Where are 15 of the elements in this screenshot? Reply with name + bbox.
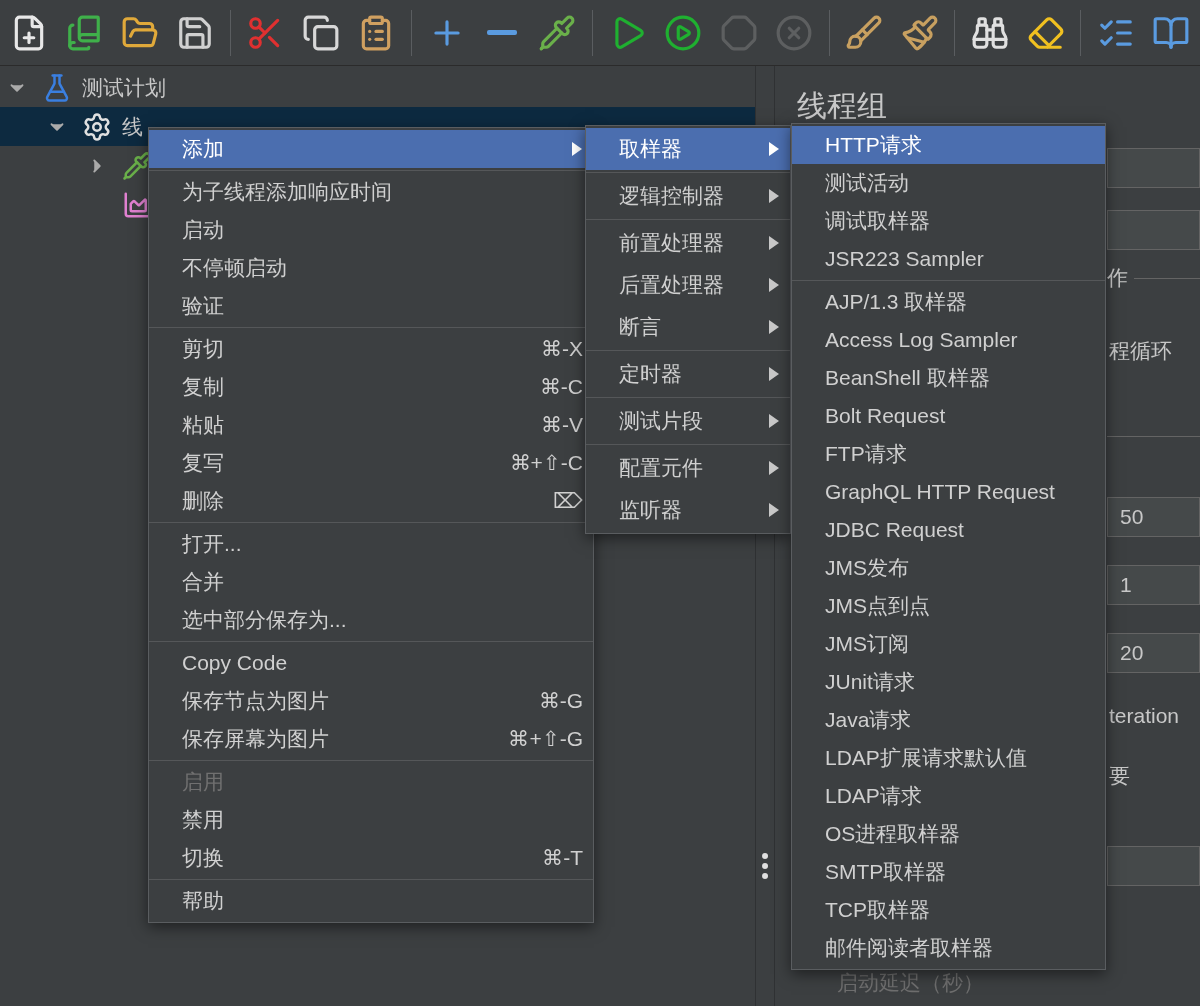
option-label: 要 xyxy=(1109,763,1130,790)
option-label: 程循环 xyxy=(1109,338,1172,365)
shortcut-label: ⌘-T xyxy=(542,845,583,872)
shortcut-label: ⌘-V xyxy=(541,412,583,439)
shortcut-label: ⌦ xyxy=(553,488,583,515)
shortcut-label: ⌘+⇧-G xyxy=(508,726,583,753)
tree-label: 测试计划 xyxy=(82,74,166,101)
shortcut-label: ⌘-G xyxy=(538,688,583,715)
tree-label: 线 xyxy=(122,113,143,140)
shortcut-label: ⌘-X xyxy=(541,336,583,363)
group-title: 作 xyxy=(1107,265,1128,292)
panel-title: 线程组 xyxy=(797,88,888,124)
shortcut-label: ⌘-C xyxy=(539,374,583,401)
shortcut-label: ⌘+⇧-C xyxy=(509,450,583,477)
option-label: teration xyxy=(1109,703,1180,730)
